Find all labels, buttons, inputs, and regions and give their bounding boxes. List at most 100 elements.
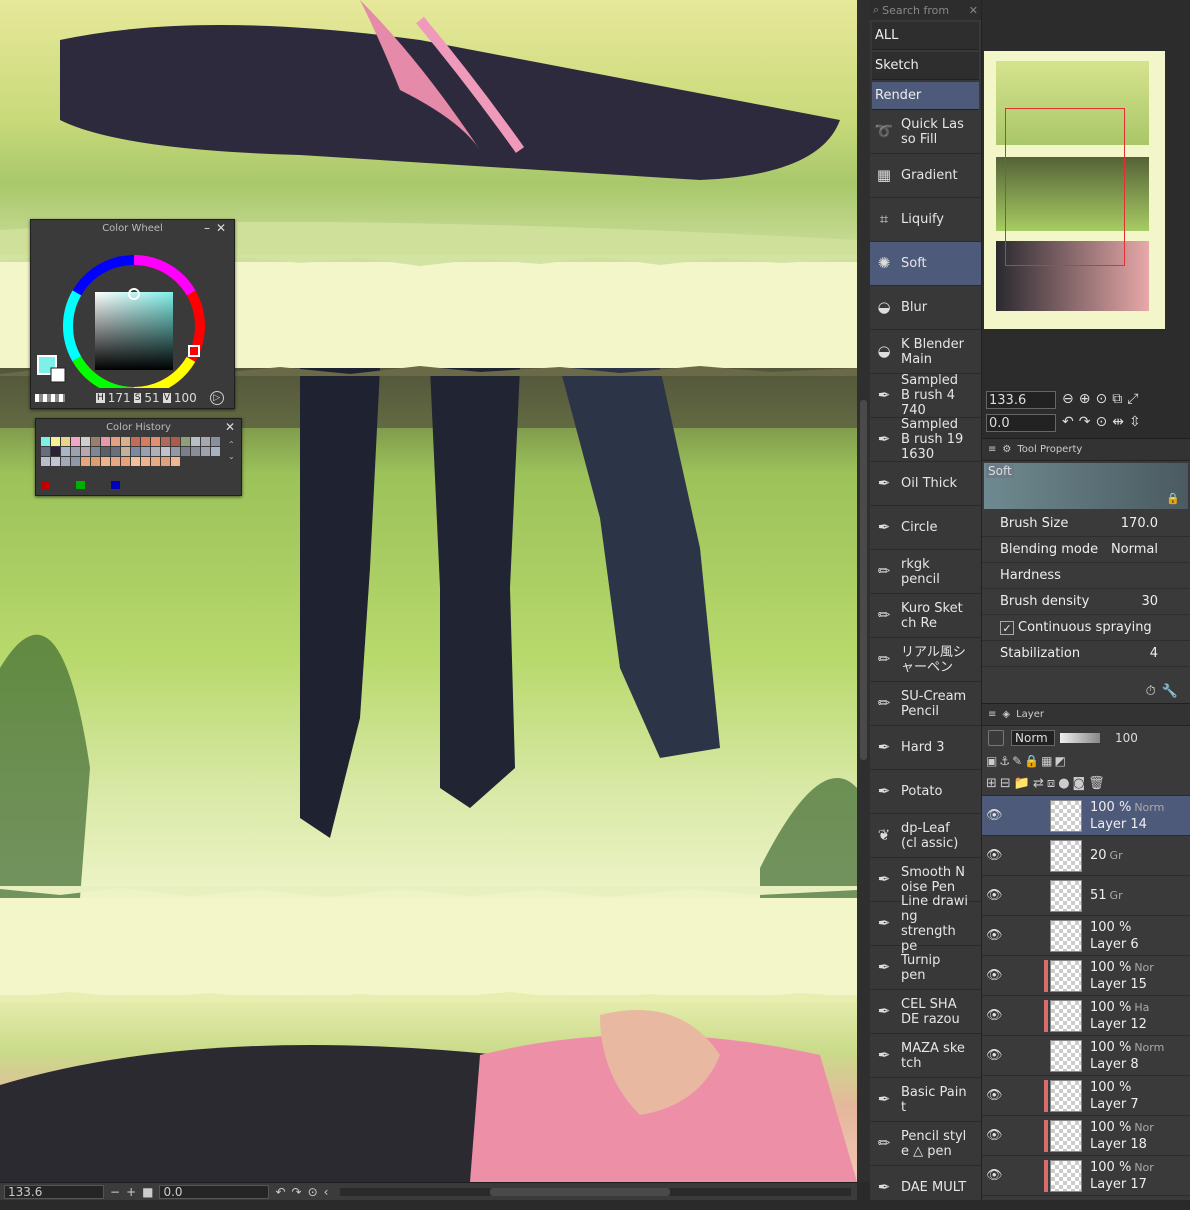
delete-layer-icon[interactable]: 🗑 — [1088, 776, 1105, 791]
color-history-swatch[interactable] — [191, 447, 200, 456]
layer-row[interactable]: 👁 100 % Nor Layer 18 — [982, 1116, 1190, 1156]
color-history-swatch[interactable] — [61, 457, 70, 466]
color-history-swatch[interactable] — [201, 447, 210, 456]
color-history-swatch[interactable] — [51, 457, 60, 466]
clip-icon[interactable]: ▣ — [986, 754, 997, 768]
panel-menu-icon[interactable]: ≡ — [988, 444, 996, 455]
tool-property-row[interactable]: Stabilization 4 — [982, 641, 1190, 667]
color-history-swatch[interactable] — [81, 457, 90, 466]
visibility-eye-icon[interactable]: 👁 — [986, 1168, 1003, 1183]
layer-blend-row[interactable]: Norm 100 — [982, 726, 1190, 750]
visibility-eye-icon[interactable]: 👁 — [986, 808, 1003, 823]
rotate-left-icon[interactable]: ↶ — [1062, 414, 1079, 430]
color-history-swatch[interactable] — [41, 447, 50, 456]
color-history-swatch[interactable] — [151, 457, 160, 466]
layer-panel[interactable]: ≡ ◈ Layer Norm 100 ▣ ⚓ ✎ 🔒 ▦ ◩ ⊞ ⊟ 📁 ⇄ ⧈ ● ◙ 🗑 👁 100 … — [982, 703, 1190, 1200]
color-history-swatch[interactable] — [71, 447, 80, 456]
color-history-swatch[interactable] — [101, 457, 110, 466]
color-history-swatch[interactable] — [141, 437, 150, 446]
navigator-angle-field[interactable]: 0.0 — [986, 414, 1056, 432]
brush-item[interactable]: ✏ Pencil styl e △ pen — [870, 1122, 981, 1166]
brush-search-bar[interactable]: ⌕ Search from ✕ — [870, 0, 981, 20]
brush-item[interactable]: ✒ Sampled B rush 4 740 — [870, 373, 981, 418]
property-value[interactable]: 30 — [1141, 594, 1158, 609]
color-history-swatch[interactable] — [51, 447, 60, 456]
color-history-swatch[interactable] — [71, 457, 80, 466]
layer-tab-bar[interactable]: ≡ ◈ Layer — [982, 704, 1190, 726]
visibility-eye-icon[interactable]: 👁 — [986, 1088, 1003, 1103]
brush-item[interactable]: ✏ rkgk pencil — [870, 550, 981, 594]
opacity-slider[interactable] — [1060, 733, 1100, 743]
brush-item[interactable]: ✒ Hard 3 — [870, 726, 981, 770]
navigator-zoom-buttons[interactable]: ⊖⊕⊙⧉⤢ — [1062, 391, 1143, 407]
close-icon[interactable]: ✕ — [225, 419, 235, 436]
layer-row[interactable]: 👁 100 % Layer 7 — [982, 1076, 1190, 1116]
tool-property-panel[interactable]: ≡ ⚙ Tool Property Soft 🔒 Brush Size 170.0… — [982, 438, 1190, 703]
color-history-swatch[interactable] — [141, 447, 150, 456]
brush-search-input[interactable]: Search from — [882, 4, 966, 17]
color-history-swatch[interactable] — [61, 447, 70, 456]
visibility-eye-icon[interactable]: 👁 — [986, 848, 1003, 863]
layer-thumbnail[interactable] — [1050, 959, 1082, 992]
visibility-eye-icon[interactable]: 👁 — [986, 928, 1003, 943]
new-vector-layer-icon[interactable]: ⊟ — [1000, 776, 1011, 791]
color-history-swatch[interactable] — [131, 457, 140, 466]
brush-item[interactable]: ✒ Basic Pain t — [870, 1078, 981, 1122]
brush-item[interactable]: ▦ Gradient — [870, 154, 981, 198]
brush-item[interactable]: ✒ Turnip pen — [870, 946, 981, 990]
visibility-eye-icon[interactable]: 👁 — [986, 968, 1003, 983]
color-history-swatch[interactable] — [71, 437, 80, 446]
checkbox[interactable]: ✓ — [1000, 620, 1014, 635]
color-history-swatch[interactable] — [101, 437, 110, 446]
blend-mode-select[interactable]: Norm — [1011, 730, 1055, 746]
lock-icon[interactable]: 🔒 — [1166, 492, 1180, 505]
clear-search-icon[interactable]: ✕ — [969, 4, 981, 17]
reset-rotation-icon[interactable]: ⊙ — [308, 1185, 318, 1199]
tool-property-row[interactable]: Brush Size 170.0 — [982, 511, 1190, 537]
brush-item[interactable]: ✒ MAZA ske tch — [870, 1034, 981, 1078]
minimize-icon[interactable]: – — [204, 220, 210, 237]
brush-item[interactable]: ◒ K Blender Main — [870, 330, 981, 374]
color-history-swatch[interactable] — [91, 457, 100, 466]
property-value[interactable]: Normal — [1111, 542, 1158, 557]
angle-field[interactable]: 0.0 — [159, 1184, 270, 1199]
fit-icon[interactable]: ■ — [142, 1185, 153, 1199]
brush-set-tab[interactable]: Render — [872, 82, 979, 110]
color-history-swatch[interactable] — [141, 457, 150, 466]
drawing-canvas[interactable]: Color Wheel – ✕ H 171 S 51 V100 ▷ Color … — [0, 0, 857, 1182]
color-history-swatch[interactable] — [111, 457, 120, 466]
navigator-view-rect[interactable] — [1005, 108, 1125, 266]
tool-property-tab[interactable]: Tool Property — [1017, 444, 1082, 455]
brush-item[interactable]: ✒ Sampled B rush 19 1630 — [870, 417, 981, 462]
combine-icon[interactable]: ⧈ — [1047, 776, 1055, 791]
mask-icon[interactable]: ◩ — [1054, 754, 1065, 768]
rotate-left-icon[interactable]: ↶ — [275, 1185, 285, 1199]
flip-vertical-icon[interactable]: ⇳ — [1129, 414, 1146, 430]
layer-row[interactable]: 👁 100 % Nor Layer 15 — [982, 956, 1190, 996]
panel-menu-icon[interactable]: ≡ — [988, 709, 996, 720]
color-history-swatch[interactable] — [121, 437, 130, 446]
transparent-swatch[interactable] — [35, 394, 65, 402]
brush-item[interactable]: ◒ Blur — [870, 286, 981, 330]
layer-color-icon[interactable] — [988, 730, 1004, 746]
visibility-eye-icon[interactable]: 👁 — [986, 1048, 1003, 1063]
brush-item[interactable]: ✏ SU-Cream Pencil — [870, 682, 981, 726]
color-history-swatch[interactable] — [111, 437, 120, 446]
color-history-swatch[interactable] — [171, 457, 180, 466]
brush-item[interactable]: ✒ Oil Thick — [870, 462, 981, 506]
color-history-swatch[interactable] — [171, 437, 180, 446]
color-history-swatch[interactable] — [161, 437, 170, 446]
color-history-swatch[interactable] — [211, 437, 220, 446]
color-wheel-title-bar[interactable]: Color Wheel – ✕ — [31, 220, 234, 238]
lock-icon[interactable]: 🔒 — [1024, 754, 1039, 768]
layer-thumbnail[interactable] — [1050, 1159, 1082, 1192]
color-history-swatch[interactable] — [171, 447, 180, 456]
actual-size-icon[interactable]: ⊙ — [1095, 391, 1112, 407]
color-history-swatch[interactable] — [161, 457, 170, 466]
layer-thumbnail[interactable] — [1050, 799, 1082, 832]
brush-item[interactable]: ⌗ Liquify — [870, 198, 981, 242]
layer-toolbar-2[interactable]: ⊞ ⊟ 📁 ⇄ ⧈ ● ◙ 🗑 — [982, 772, 1190, 796]
new-folder-icon[interactable]: 📁 — [1014, 776, 1030, 791]
new-raster-layer-icon[interactable]: ⊞ — [986, 776, 997, 791]
brush-item[interactable]: ➰ Quick Las so Fill — [870, 110, 981, 154]
